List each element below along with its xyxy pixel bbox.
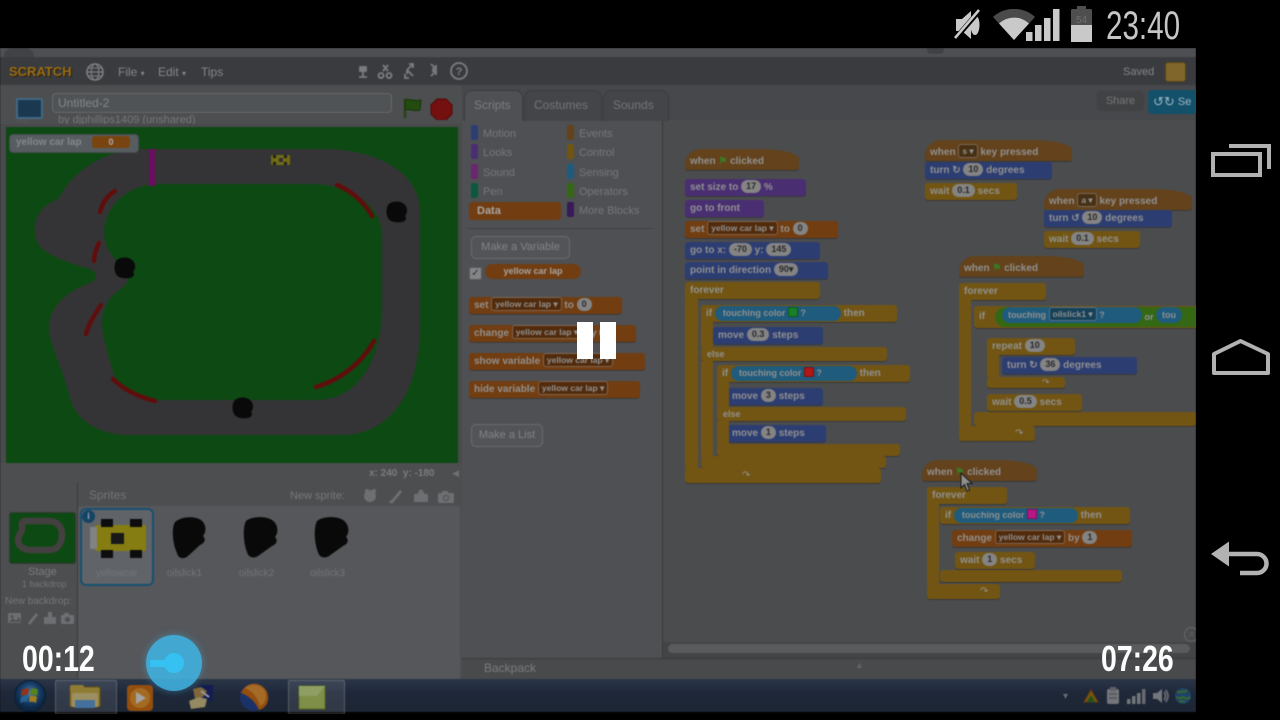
svg-text:54: 54	[1076, 15, 1088, 26]
